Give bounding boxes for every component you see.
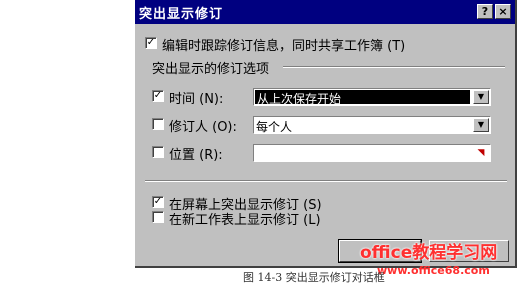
section-divider — [145, 180, 507, 182]
dialog-title: 突出显示修订 — [139, 7, 224, 22]
figure-caption: 图 14-3 突出显示修订对话框 — [243, 271, 385, 284]
range-select-icon[interactable]: ◥ — [474, 147, 488, 159]
group-divider — [283, 66, 505, 68]
checkmark-icon: ✓ — [153, 90, 163, 101]
checkmark-icon: ✓ — [153, 196, 163, 207]
chevron-down-icon[interactable]: ▼ — [473, 90, 489, 104]
who-value: 每个人 — [256, 120, 293, 134]
watermark-text: office教程学习网 — [360, 243, 498, 263]
checkmark-icon: ✓ — [146, 37, 156, 48]
where-label: 位置 (R): — [169, 148, 223, 163]
who-label: 修订人 (O): — [169, 120, 237, 135]
chevron-down-icon[interactable]: ▼ — [473, 118, 489, 132]
title-bar[interactable]: 突出显示修订 ? × — [135, 0, 515, 24]
list-on-new-sheet-checkbox[interactable] — [152, 211, 164, 223]
highlight-changes-dialog: 突出显示修订 ? × ✓ 编辑时跟踪修订信息，同时共享工作簿 (T) 突出显示的… — [135, 0, 517, 268]
help-button[interactable]: ? — [477, 4, 493, 19]
where-input[interactable]: ◥ — [253, 144, 491, 162]
close-button[interactable]: × — [495, 4, 511, 19]
track-changes-label: 编辑时跟踪修订信息，同时共享工作簿 (T) — [162, 39, 406, 54]
when-label: 时间 (N): — [169, 92, 224, 107]
where-checkbox[interactable] — [152, 146, 164, 158]
who-checkbox[interactable] — [152, 118, 164, 130]
when-value: 从上次保存开始 — [257, 92, 342, 106]
who-dropdown[interactable]: 每个人 ▼ — [253, 116, 491, 134]
when-checkbox[interactable]: ✓ — [152, 90, 164, 102]
watermark-url: www.office68.com — [377, 264, 490, 277]
group-title: 突出显示的修订选项 — [152, 62, 270, 77]
track-changes-checkbox[interactable]: ✓ — [145, 37, 157, 49]
highlight-on-screen-checkbox[interactable]: ✓ — [152, 196, 164, 208]
when-dropdown[interactable]: 从上次保存开始 ▼ — [253, 88, 491, 106]
list-on-new-sheet-label: 在新工作表上显示修订 (L) — [169, 213, 321, 228]
